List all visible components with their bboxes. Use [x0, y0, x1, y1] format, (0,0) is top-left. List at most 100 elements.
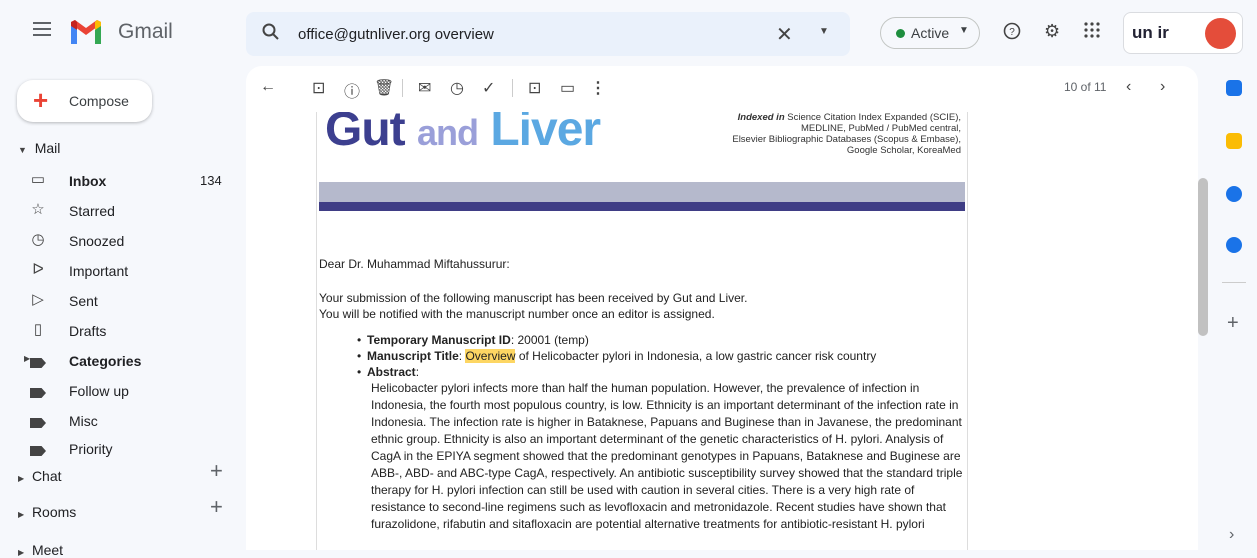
compose-plus-icon: + [33, 85, 49, 115]
journal-logo-and: and [416, 112, 479, 153]
list-item: Manuscript Title: Overview of Helicobact… [319, 348, 964, 364]
label-icon [30, 415, 46, 432]
add-chat-icon[interactable]: + [210, 458, 223, 484]
sidebar-item-starred[interactable]: ☆ Starred [0, 196, 246, 226]
sidebar-item-misc[interactable]: Misc [0, 406, 246, 436]
clock-icon: ◷ [31, 231, 45, 248]
manuscript-title-label: Manuscript Title [367, 349, 459, 363]
sidebar-item-categories[interactable]: ▶ Categories [0, 346, 246, 376]
meet-section-header[interactable]: ▶ Meet [18, 542, 63, 558]
status-selector[interactable]: Active ▼ [880, 17, 980, 49]
label-as-icon[interactable]: ▭ [560, 78, 575, 98]
add-room-icon[interactable]: + [210, 494, 223, 520]
keep-icon[interactable] [1226, 133, 1242, 149]
sidebar-item-drafts[interactable]: ▯ Drafts [0, 316, 246, 346]
mark-unread-icon[interactable]: ✉ [418, 78, 431, 98]
send-icon: ▷ [32, 291, 44, 308]
search-options-icon[interactable]: ▼ [819, 26, 829, 37]
star-icon: ☆ [31, 201, 45, 218]
search-bar[interactable]: office@gutnliver.org overview ✕ ▼ [246, 12, 850, 56]
abstract-label: Abstract [367, 365, 416, 379]
settings-gear-icon[interactable]: ⚙ [1044, 21, 1060, 42]
avatar[interactable] [1205, 18, 1236, 49]
move-to-icon[interactable]: ⊡ [528, 78, 541, 98]
label-icon [30, 443, 46, 460]
sidebar-item-sent[interactable]: ▷ Sent [0, 286, 246, 316]
gmail-logo-icon[interactable] [69, 20, 103, 46]
snooze-icon[interactable]: ◷ [450, 78, 464, 98]
header-band-light [319, 182, 965, 202]
app-name: Gmail [118, 20, 173, 43]
toolbar-divider [512, 79, 513, 97]
svg-text:?: ? [1009, 27, 1015, 38]
indexed-line: Science Citation Index Expanded (SCIE), [787, 112, 961, 123]
delete-icon[interactable]: 🗑 [374, 78, 394, 98]
indexing-info: Indexed in Science Citation Index Expand… [701, 112, 961, 156]
contacts-icon[interactable] [1226, 237, 1242, 253]
abstract-text: Helicobacter pylori infects more than ha… [371, 381, 963, 531]
message-pager: 10 of 11 [1064, 80, 1107, 94]
archive-icon[interactable]: ⊡ [312, 78, 325, 98]
main-menu-icon[interactable] [33, 22, 51, 36]
tasks-icon[interactable] [1226, 186, 1242, 202]
meet-section-label: Meet [31, 542, 64, 558]
sidebar-item-inbox[interactable]: ▭ Inbox 134 [0, 166, 246, 196]
journal-logo: Gut and Liver [325, 112, 601, 157]
expand-panel-chevron-icon[interactable]: › [1229, 526, 1234, 544]
manuscript-details: Temporary Manuscript ID: 20001 (temp) Ma… [319, 332, 964, 380]
sidebar-item-label: Snoozed [69, 233, 125, 249]
journal-logo-liver: Liver [490, 112, 601, 156]
label-icon [30, 355, 46, 372]
sidebar-item-label: Categories [69, 353, 142, 369]
sidebar-item-label: Misc [69, 413, 98, 429]
back-arrow-icon[interactable]: ← [260, 78, 276, 96]
journal-logo-gut: Gut [325, 112, 406, 156]
rooms-section-header[interactable]: ▶ Rooms [18, 504, 76, 520]
newer-chevron-icon[interactable]: ‹ [1126, 78, 1131, 96]
sidebar-item-label: Important [69, 263, 129, 279]
older-chevron-icon[interactable]: › [1160, 78, 1165, 96]
inbox-icon: ▭ [30, 171, 46, 188]
toolbar-divider [402, 79, 403, 97]
sidebar-item-follow-up[interactable]: Follow up [0, 376, 246, 406]
abstract-colon: : [415, 365, 420, 379]
status-label: Active [911, 25, 950, 41]
compose-button[interactable]: + Compose [17, 80, 152, 122]
report-spam-icon[interactable]: ⓘ [344, 78, 360, 102]
account-switcher[interactable]: un ir [1123, 12, 1243, 54]
manuscript-title-value: of Helicobacter pylori in Indonesia, a l… [515, 349, 877, 363]
body-line-2: You will be notified with the manuscript… [319, 307, 715, 321]
mail-section-header[interactable]: ▼ Mail [18, 140, 60, 156]
search-icon[interactable] [262, 23, 280, 46]
sidebar: + Compose ▼ Mail ▭ Inbox 134 ☆ Starred ◷… [0, 66, 246, 558]
sidebar-item-label: Inbox [69, 173, 107, 189]
compose-label: Compose [69, 93, 129, 109]
org-logo-text: un ir [1132, 23, 1169, 42]
status-dot-icon [896, 29, 905, 38]
manuscript-id-label: Temporary Manuscript ID [367, 333, 511, 347]
sidebar-item-label: Follow up [69, 383, 129, 399]
important-icon: ᐅ [32, 261, 44, 278]
body-line-1: Your submission of the following manuscr… [319, 291, 748, 305]
draft-icon: ▯ [33, 321, 43, 338]
indexed-line: Elsevier Bibliographic Databases (Scopus… [732, 134, 961, 145]
help-icon[interactable]: ? [1003, 22, 1021, 45]
search-input[interactable]: office@gutnliver.org overview [298, 26, 494, 43]
apps-grid-icon[interactable] [1084, 22, 1100, 43]
message-view: ← ⊡ ⓘ 🗑 ✉ ◷ ✓ ⊡ ▭ ⋮ 10 of 11 ‹ › Gut and… [246, 66, 1198, 550]
sidebar-item-label: Starred [69, 203, 115, 219]
rooms-section-label: Rooms [31, 504, 77, 520]
inbox-count: 134 [200, 173, 222, 188]
sidebar-item-important[interactable]: ᐅ Important [0, 256, 246, 286]
manuscript-id-value: : 20001 (temp) [510, 333, 589, 347]
calendar-icon[interactable] [1226, 80, 1242, 96]
add-on-plus-icon[interactable]: + [1227, 312, 1239, 335]
sidebar-item-snoozed[interactable]: ◷ Snoozed [0, 226, 246, 256]
more-options-icon[interactable]: ⋮ [590, 78, 606, 98]
add-task-icon[interactable]: ✓ [482, 78, 495, 98]
list-item: Temporary Manuscript ID: 20001 (temp) [319, 332, 964, 348]
chat-section-header[interactable]: ▶ Chat [18, 468, 62, 484]
clear-search-icon[interactable]: ✕ [776, 22, 793, 47]
mail-section-label: Mail [34, 140, 61, 156]
scrollbar-thumb[interactable] [1198, 178, 1208, 336]
